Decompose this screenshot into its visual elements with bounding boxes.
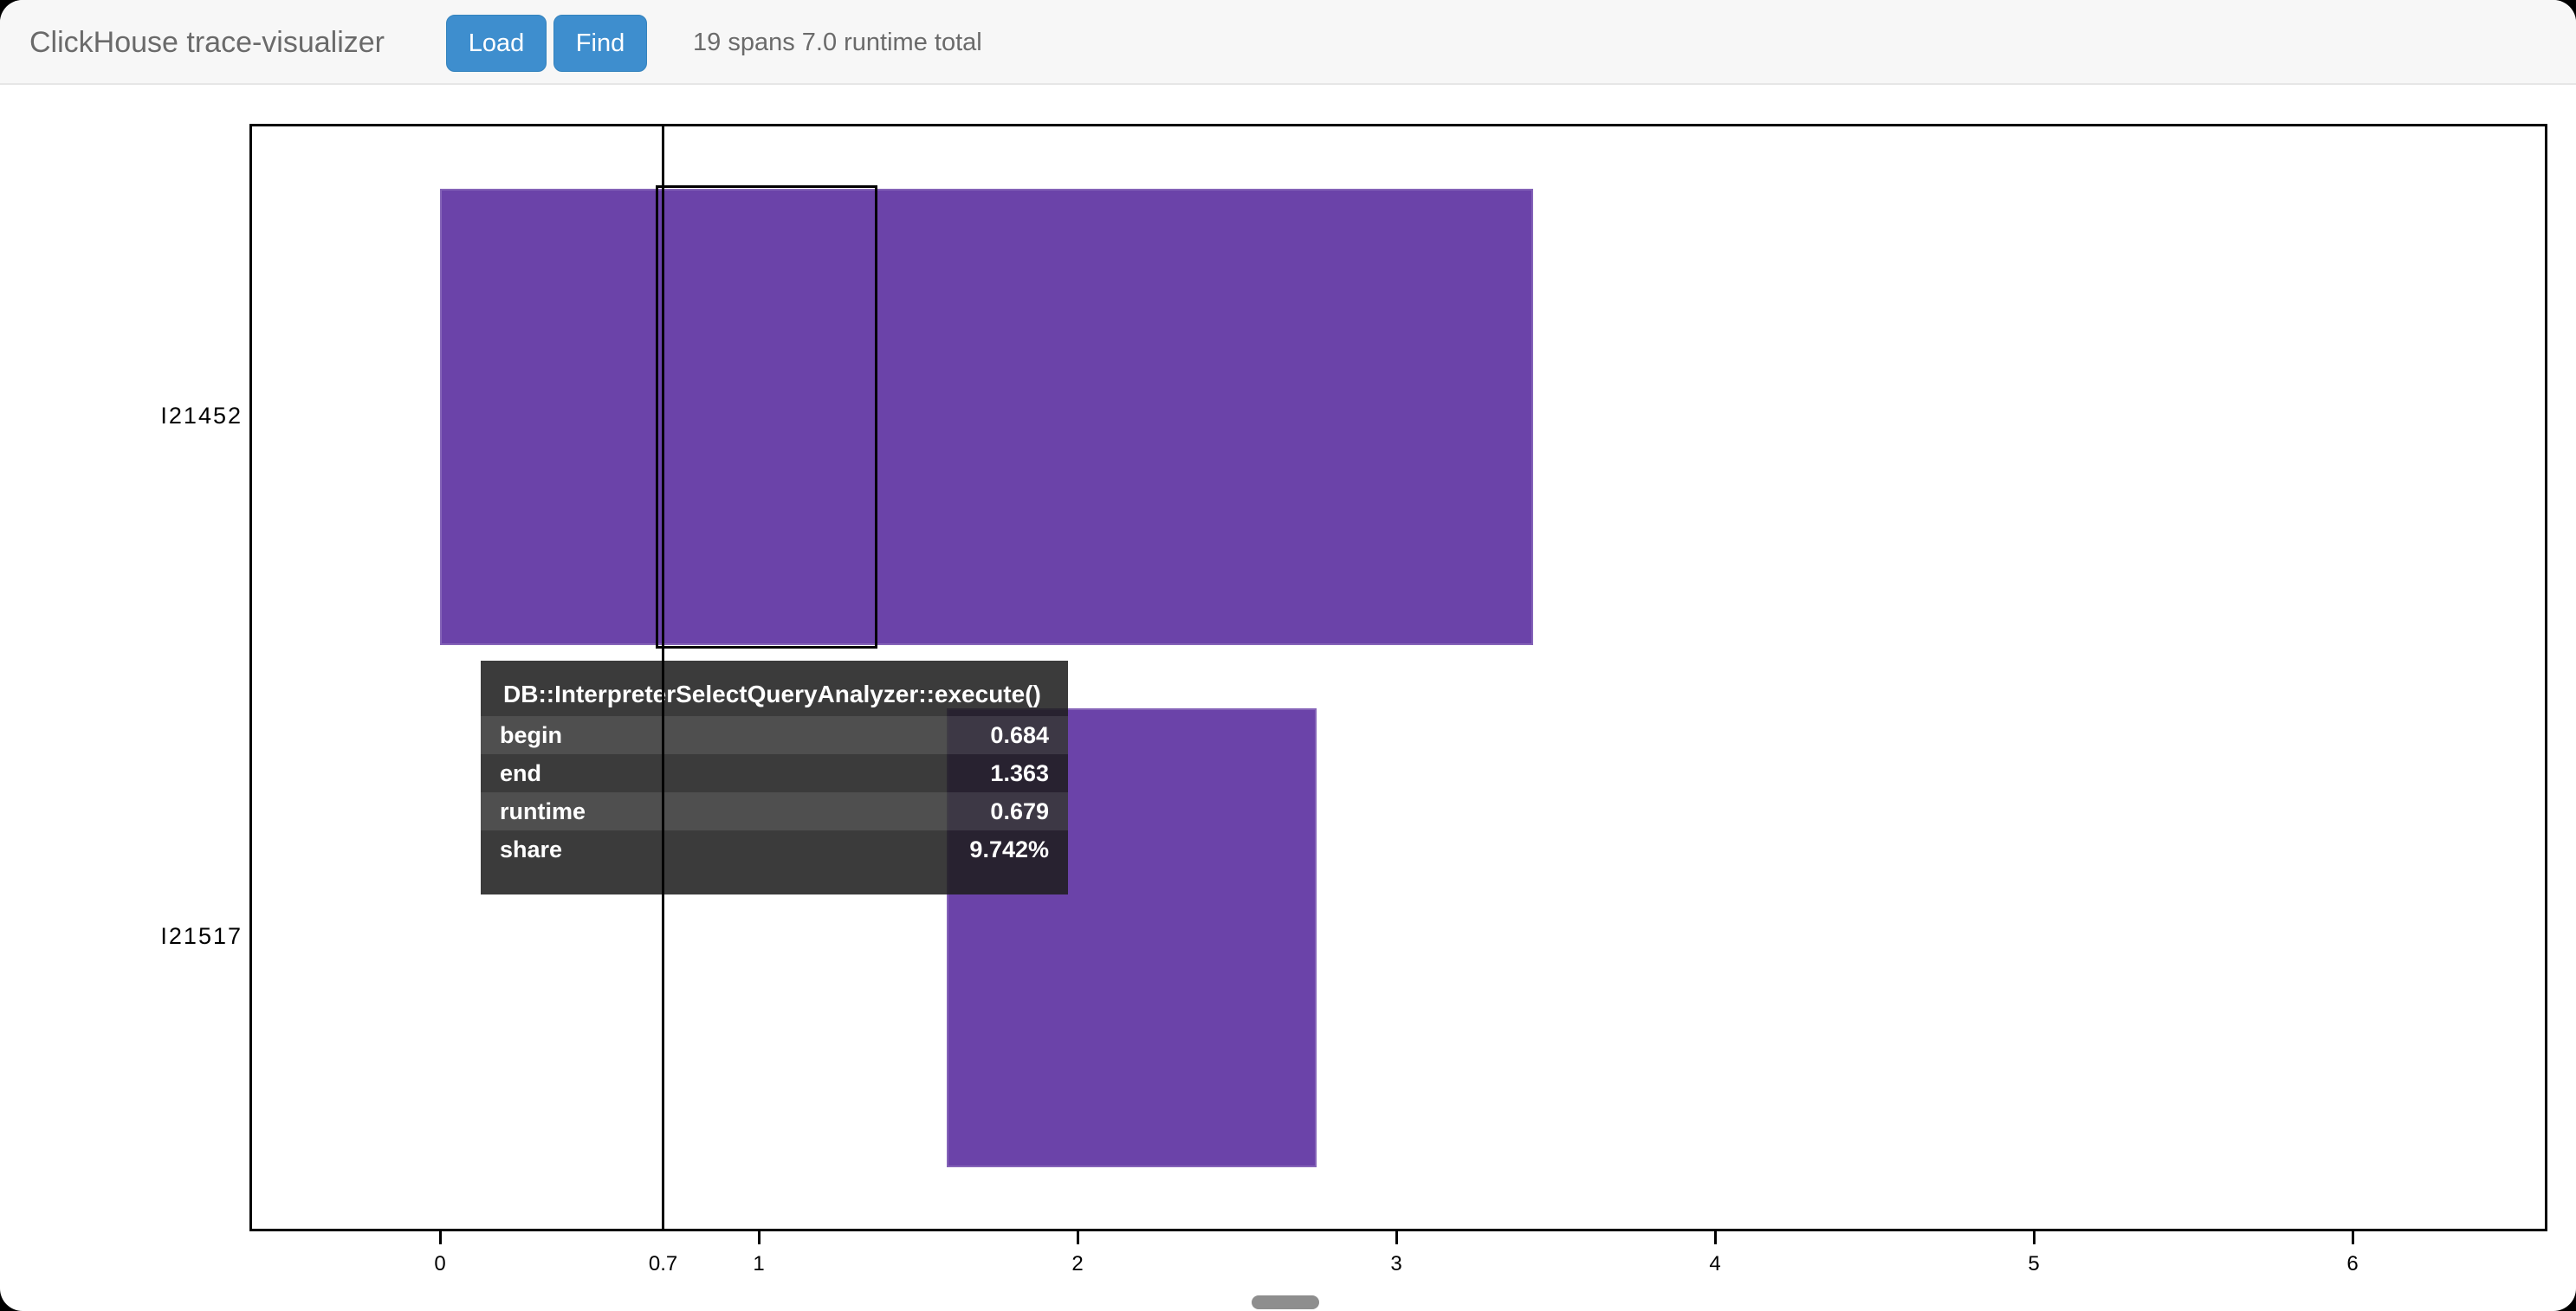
tooltip-value: 0.679 (990, 792, 1049, 830)
time-marker-line (662, 124, 664, 1231)
tooltip-span-name: DB::InterpreterSelectQueryAnalyzer::exec… (481, 673, 1068, 716)
highlighted-span-outline[interactable] (656, 185, 877, 649)
x-axis-tick-label: 1 (707, 1252, 811, 1276)
horizontal-scrollbar-thumb[interactable] (1252, 1295, 1319, 1309)
y-axis-thread-label: I21452 (52, 403, 243, 429)
app-window: ClickHouse trace-visualizer Load Find 19… (0, 0, 2576, 1311)
x-axis-tick (1395, 1231, 1398, 1244)
x-axis-tick (2352, 1231, 2354, 1244)
tooltip-label: begin (500, 716, 562, 754)
tooltip-value: 0.684 (990, 716, 1049, 754)
trace-chart: DB::InterpreterSelectQueryAnalyzer::exec… (0, 0, 2576, 1311)
x-axis-tick (2033, 1231, 2036, 1244)
x-axis-tick (1714, 1231, 1717, 1244)
tooltip-row-runtime: runtime 0.679 (481, 792, 1068, 830)
x-axis-tick-label: 6 (2301, 1252, 2404, 1276)
tooltip-label: share (500, 830, 562, 869)
y-axis-thread-label: I21517 (52, 923, 243, 950)
x-axis-tick (758, 1231, 761, 1244)
tooltip-value: 1.363 (990, 754, 1049, 792)
span-tooltip: DB::InterpreterSelectQueryAnalyzer::exec… (481, 661, 1068, 894)
tooltip-label: end (500, 754, 541, 792)
x-axis-tick-label: 5 (1982, 1252, 2086, 1276)
tooltip-row-share: share 9.742% (481, 830, 1068, 869)
x-axis-tick-label: 2 (1026, 1252, 1129, 1276)
tooltip-row-begin: begin 0.684 (481, 716, 1068, 754)
tooltip-value: 9.742% (969, 830, 1049, 869)
marker-label: 0.7 (612, 1252, 715, 1276)
x-axis-tick-label: 3 (1344, 1252, 1448, 1276)
tooltip-label: runtime (500, 792, 586, 830)
span-bar[interactable] (440, 189, 1533, 645)
x-axis-tick (439, 1231, 442, 1244)
tooltip-row-end: end 1.363 (481, 754, 1068, 792)
x-axis-tick-label: 0 (388, 1252, 492, 1276)
x-axis-tick-label: 4 (1663, 1252, 1767, 1276)
x-axis-tick (1077, 1231, 1079, 1244)
